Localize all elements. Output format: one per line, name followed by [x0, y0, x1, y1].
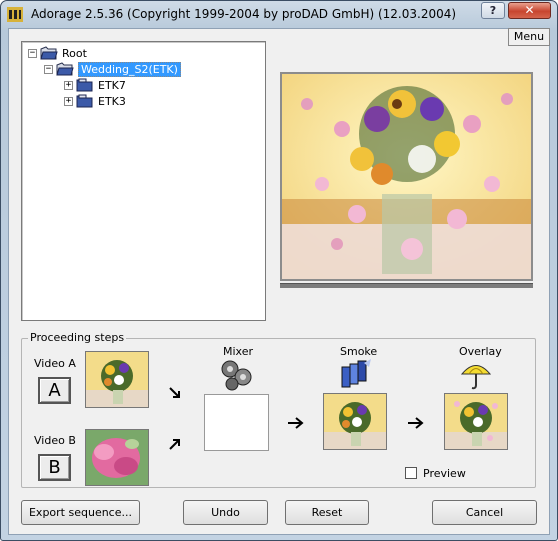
title-bar[interactable]: Adorage 2.5.36 (Copyright 1999-2004 by p… [1, 1, 557, 28]
overlay-thumbnail[interactable] [444, 393, 508, 450]
preview-label: Preview [423, 467, 466, 480]
arrow-right-icon [288, 417, 304, 429]
arrow-down-right-icon [169, 387, 180, 398]
tree-label-etk7: ETK7 [98, 78, 126, 92]
preview-progress-bar [280, 283, 533, 288]
video-b-label: Video B [34, 434, 76, 447]
tree-item-etk7[interactable]: + ETK7 [64, 77, 126, 93]
collapse-icon[interactable]: − [44, 64, 53, 74]
app-icon [7, 7, 23, 22]
arrow-up-right-icon [169, 439, 180, 450]
menu-button[interactable]: Menu [508, 28, 550, 46]
video-a-thumbnail[interactable] [85, 351, 149, 408]
group-title: Proceeding steps [28, 331, 127, 344]
undo-button[interactable]: Undo [183, 500, 268, 525]
video-b-button[interactable]: B [38, 454, 71, 481]
collapse-icon[interactable]: − [28, 48, 37, 58]
smoke-thumbnail[interactable] [323, 393, 387, 450]
expand-icon[interactable]: + [64, 96, 73, 106]
cancel-button[interactable]: Cancel [432, 500, 537, 525]
mixer-label: Mixer [223, 345, 254, 358]
export-sequence-button[interactable]: Export sequence... [21, 500, 140, 525]
folder-open-icon [56, 62, 74, 76]
smoke-icon[interactable] [339, 359, 373, 391]
tree-item-root[interactable]: − Root [28, 45, 87, 61]
tree-item-wedding[interactable]: − Wedding_S2(ETK) [44, 61, 181, 77]
reset-button[interactable]: Reset [285, 500, 369, 525]
video-a-label: Video A [34, 357, 76, 370]
folder-closed-icon [76, 94, 93, 108]
overlay-label: Overlay [459, 345, 502, 358]
tree-item-etk3[interactable]: + ETK3 [64, 93, 126, 109]
preview-image [280, 72, 533, 281]
window-title: Adorage 2.5.36 (Copyright 1999-2004 by p… [31, 7, 457, 21]
close-button[interactable]: ✕ [508, 2, 551, 19]
expand-icon[interactable]: + [64, 80, 73, 90]
tree-label-etk3: ETK3 [98, 94, 126, 108]
tree-label-selected: Wedding_S2(ETK) [78, 61, 181, 77]
mixer-icon[interactable] [220, 359, 254, 391]
folder-closed-icon [76, 78, 93, 92]
video-a-button[interactable]: A [38, 377, 71, 404]
video-b-thumbnail[interactable] [85, 429, 149, 486]
folder-open-icon [40, 46, 58, 60]
effect-tree[interactable]: − Root − Wedding_S2(ETK) + ETK7 + ETK3 [21, 41, 266, 321]
smoke-label: Smoke [340, 345, 378, 358]
preview-checkbox[interactable] [405, 467, 417, 479]
app-window: Adorage 2.5.36 (Copyright 1999-2004 by p… [0, 0, 558, 541]
arrow-right-icon [408, 417, 424, 429]
umbrella-icon[interactable] [459, 359, 493, 391]
tree-label-root: Root [62, 46, 87, 60]
help-button[interactable]: ? [481, 2, 505, 19]
mixer-slot[interactable] [204, 394, 269, 451]
